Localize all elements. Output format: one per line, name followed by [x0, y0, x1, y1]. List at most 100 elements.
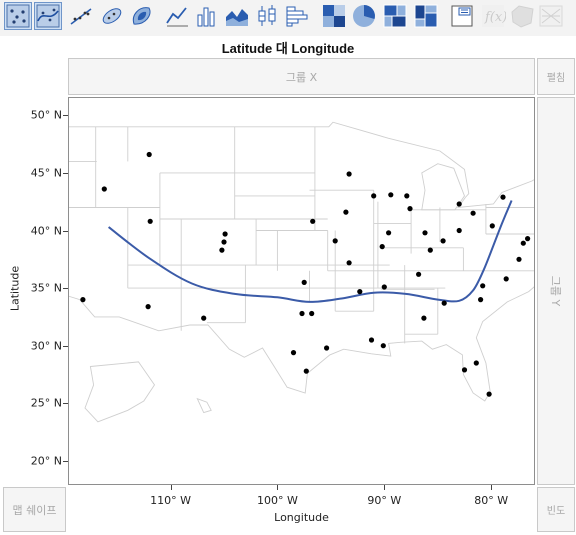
- data-point[interactable]: [516, 256, 522, 262]
- data-point[interactable]: [346, 171, 352, 177]
- data-point[interactable]: [520, 240, 526, 246]
- y-tick-label: 35° N: [30, 281, 62, 295]
- x-tick: [491, 485, 493, 490]
- data-point[interactable]: [145, 304, 151, 310]
- data-point[interactable]: [386, 230, 392, 236]
- data-point[interactable]: [346, 260, 352, 266]
- data-point[interactable]: [310, 218, 316, 224]
- parallel-button[interactable]: [537, 2, 565, 30]
- x-tick-label: 110° W: [150, 494, 191, 507]
- data-point[interactable]: [381, 284, 387, 290]
- data-point[interactable]: [427, 247, 433, 253]
- points-icon: [6, 4, 30, 28]
- line-of-fit-button[interactable]: [67, 2, 95, 30]
- x-axis-title[interactable]: Longitude: [0, 511, 576, 524]
- data-point[interactable]: [461, 367, 468, 373]
- data-point[interactable]: [388, 192, 394, 198]
- data-point[interactable]: [422, 230, 428, 236]
- data-point[interactable]: [332, 238, 338, 244]
- map-shape-button[interactable]: [508, 2, 536, 30]
- pie-chart-button[interactable]: [350, 2, 378, 30]
- histogram-button[interactable]: [283, 2, 311, 30]
- data-point[interactable]: [380, 343, 386, 349]
- data-point[interactable]: [407, 206, 413, 212]
- data-point[interactable]: [379, 244, 385, 250]
- data-point[interactable]: [101, 186, 107, 192]
- data-point[interactable]: [489, 223, 495, 229]
- data-point[interactable]: [440, 238, 446, 244]
- box-plot-icon: [258, 5, 276, 26]
- x-tick-label: 80° W: [474, 494, 509, 507]
- data-point[interactable]: [299, 310, 305, 317]
- us-outline: [12, 121, 576, 402]
- data-point[interactable]: [456, 227, 462, 234]
- heatmap-button[interactable]: [320, 2, 348, 30]
- data-point[interactable]: [357, 289, 363, 295]
- y-tick: [63, 403, 68, 405]
- area-chart-button[interactable]: [223, 2, 251, 30]
- data-point[interactable]: [525, 236, 531, 242]
- data-point[interactable]: [219, 247, 225, 253]
- data-point[interactable]: [470, 210, 476, 216]
- bar-chart-button[interactable]: [193, 2, 221, 30]
- data-point[interactable]: [473, 360, 479, 366]
- smoother-points-button[interactable]: [34, 2, 62, 30]
- formula-button[interactable]: f(x): [479, 2, 507, 30]
- data-point[interactable]: [368, 337, 375, 343]
- contour-button[interactable]: [128, 2, 156, 30]
- graph-title[interactable]: Latitude 대 Longitude: [0, 38, 576, 57]
- wrap-zone[interactable]: 펼침: [537, 58, 575, 95]
- data-point[interactable]: [301, 279, 307, 285]
- line-chart-button[interactable]: [163, 2, 191, 30]
- points-button[interactable]: [4, 2, 32, 30]
- x-tick: [277, 485, 279, 490]
- alaska-inset: [84, 361, 156, 423]
- data-point[interactable]: [221, 239, 227, 245]
- data-point[interactable]: [486, 391, 492, 397]
- data-point[interactable]: [500, 194, 506, 200]
- data-point[interactable]: [147, 218, 153, 224]
- y-tick: [63, 172, 68, 174]
- data-point[interactable]: [309, 310, 315, 317]
- contour-icon: [132, 7, 151, 25]
- x-tick-label: 100° W: [257, 494, 298, 507]
- group-x-zone[interactable]: 그룹 X: [68, 58, 535, 95]
- data-point[interactable]: [343, 209, 349, 215]
- data-point[interactable]: [503, 276, 509, 282]
- data-point[interactable]: [421, 315, 427, 321]
- ellipse-button[interactable]: [98, 2, 126, 30]
- data-point[interactable]: [371, 193, 377, 199]
- data-point[interactable]: [456, 201, 462, 207]
- x-tick: [170, 485, 172, 490]
- data-point[interactable]: [416, 271, 422, 277]
- us-states-map: [12, 121, 576, 423]
- data-point[interactable]: [222, 231, 228, 237]
- data-point[interactable]: [404, 193, 410, 199]
- graph-type-toolbar: f(x): [0, 0, 576, 36]
- data-point[interactable]: [441, 300, 447, 306]
- smoother-curve[interactable]: [107, 200, 513, 303]
- line-of-fit-icon: [70, 8, 92, 25]
- caption-box-icon: [451, 5, 473, 27]
- data-point[interactable]: [478, 297, 484, 303]
- freq-zone[interactable]: 빈도: [537, 487, 575, 532]
- y-axis-title[interactable]: Latitude: [9, 264, 22, 314]
- data-point[interactable]: [324, 345, 330, 351]
- smoother-layer: [107, 200, 513, 303]
- data-point[interactable]: [201, 315, 207, 321]
- map-shape-zone[interactable]: 맵 쉐이프: [3, 487, 66, 532]
- treemap-button[interactable]: [381, 2, 409, 30]
- y-tick: [63, 345, 68, 347]
- data-point[interactable]: [303, 368, 309, 374]
- data-point[interactable]: [480, 283, 486, 289]
- caption-box-button[interactable]: [448, 2, 476, 30]
- data-point[interactable]: [290, 350, 297, 356]
- data-point[interactable]: [80, 297, 86, 303]
- box-plot-button[interactable]: [253, 2, 281, 30]
- area-chart-icon: [226, 9, 248, 26]
- data-point[interactable]: [146, 151, 152, 158]
- plot-area[interactable]: [12, 97, 576, 485]
- group-y-zone[interactable]: 그룹 Y: [537, 97, 575, 485]
- mosaic-button[interactable]: [412, 2, 440, 30]
- map-shape-icon: [511, 5, 534, 28]
